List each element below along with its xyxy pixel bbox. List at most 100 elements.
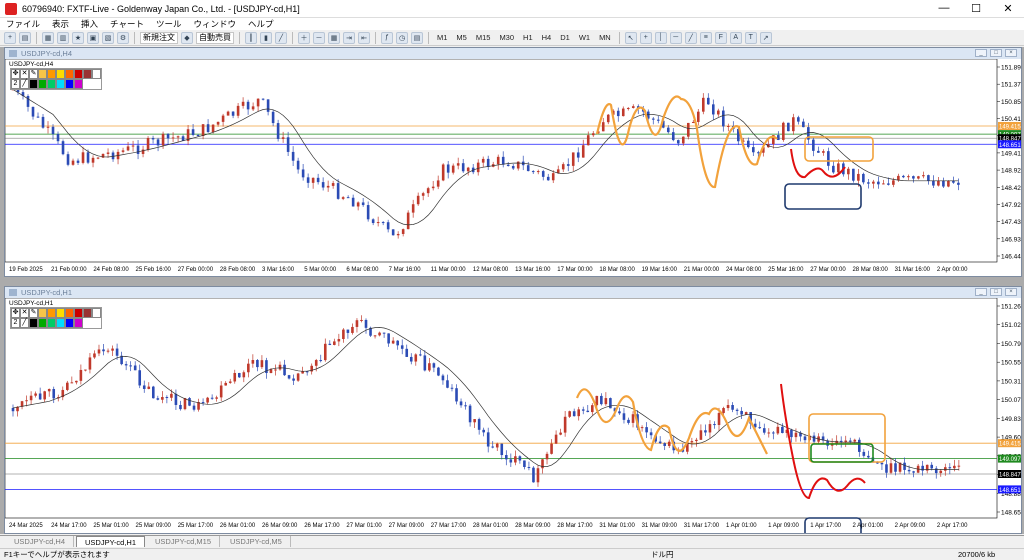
palette-swatch[interactable] [56, 79, 65, 89]
chart-window-h4[interactable]: USDJPY-cd,H4 _ □ × USDJPY-cd,H4 151.890 15… [4, 47, 1022, 277]
fibonacci-icon[interactable]: F [714, 31, 727, 44]
chart-maximize-button[interactable]: □ [990, 288, 1002, 296]
drawing-palette[interactable]: ✥ ✕ ✎ 2 ╱ ● [10, 307, 102, 329]
palette-swatch[interactable] [74, 69, 83, 79]
chart-minimize-button[interactable]: _ [975, 288, 987, 296]
palette-swatch[interactable]: ✎ [29, 69, 38, 79]
palette-swatch[interactable] [38, 318, 47, 328]
palette-swatch[interactable] [74, 308, 83, 318]
close-button[interactable]: ✕ [992, 2, 1024, 15]
tf-w1[interactable]: W1 [576, 32, 593, 44]
chart-maximize-button[interactable]: □ [990, 49, 1002, 57]
autoscroll-icon[interactable]: ⇥ [343, 31, 355, 44]
tester-icon[interactable]: ▧ [102, 31, 114, 44]
tf-h4[interactable]: H4 [539, 32, 555, 44]
menu-view[interactable]: 表示 [52, 18, 69, 30]
palette-swatch[interactable] [56, 69, 65, 79]
periods-icon[interactable]: ◷ [396, 31, 408, 44]
line-chart-icon[interactable]: ╱ [275, 31, 287, 44]
palette-swatch[interactable] [56, 318, 65, 328]
bar-chart-icon[interactable]: ┃ [245, 31, 257, 44]
menu-insert[interactable]: 挿入 [81, 18, 98, 30]
auto-trading-button[interactable]: 自動売買 [196, 31, 234, 44]
palette-swatch[interactable]: 2 [11, 79, 20, 89]
price-chart-h4[interactable]: USDJPY-cd,H4151.890151.370150.850150.410… [5, 59, 1021, 276]
minimize-button[interactable]: — [928, 2, 960, 15]
market-watch-icon[interactable]: ▦ [42, 31, 54, 44]
tab-usdjpy-m5[interactable]: USDJPY-cd,M5 [222, 536, 291, 547]
profiles-icon[interactable]: ▤ [19, 31, 31, 44]
palette-swatch[interactable]: ✥ [11, 69, 20, 79]
palette-swatch[interactable] [56, 308, 65, 318]
text-icon[interactable]: A [729, 31, 742, 44]
tab-usdjpy-h1[interactable]: USDJPY-cd,H1 [76, 536, 145, 547]
new-order-button[interactable]: 新規注文 [140, 31, 178, 44]
palette-swatch[interactable] [47, 69, 56, 79]
palette-swatch[interactable]: ● [29, 79, 38, 89]
palette-swatch[interactable]: ✎ [29, 308, 38, 318]
crosshair-icon[interactable]: + [639, 31, 652, 44]
tile-windows-icon[interactable]: ▦ [328, 31, 340, 44]
cursor-icon[interactable]: ↖ [624, 31, 637, 44]
palette-swatch[interactable]: ✕ [20, 308, 29, 318]
tf-d1[interactable]: D1 [557, 32, 573, 44]
palette-swatch[interactable] [65, 308, 74, 318]
drawing-palette[interactable]: ✥ ✕ ✎ 2 ╱ ● [10, 68, 102, 90]
trendline-icon[interactable]: ╱ [684, 31, 697, 44]
arrows-icon[interactable]: ↗ [759, 31, 772, 44]
palette-swatch[interactable] [38, 69, 47, 79]
palette-swatch[interactable] [47, 308, 56, 318]
horizontal-line-icon[interactable]: ─ [669, 31, 682, 44]
tf-mn[interactable]: MN [596, 32, 614, 44]
palette-swatch[interactable] [92, 69, 101, 79]
menu-help[interactable]: ヘルプ [248, 18, 274, 30]
data-window-icon[interactable]: ▥ [57, 31, 69, 44]
indicators-icon[interactable]: ƒ [381, 31, 393, 44]
chart-window-h1[interactable]: USDJPY-cd,H1 _ □ × USDJPY-cd,H1 151.265 15… [4, 286, 1022, 534]
meta-editor-icon[interactable]: ◆ [181, 31, 193, 44]
price-chart-h1[interactable]: USDJPY-cd,H1 151.265 151.025 150.790 150.550… [5, 298, 1021, 533]
palette-swatch[interactable]: ✥ [11, 308, 20, 318]
zoom-in-icon[interactable]: ＋ [298, 31, 310, 44]
palette-swatch[interactable]: ● [29, 318, 38, 328]
palette-swatch[interactable] [47, 79, 56, 89]
tf-m1[interactable]: M1 [434, 32, 450, 44]
palette-swatch[interactable] [92, 308, 101, 318]
tf-m5[interactable]: M5 [453, 32, 469, 44]
tf-m15[interactable]: M15 [473, 32, 494, 44]
vertical-line-icon[interactable]: │ [654, 31, 667, 44]
palette-swatch[interactable] [74, 79, 83, 89]
palette-swatch[interactable] [83, 69, 92, 79]
channel-icon[interactable]: ≡ [699, 31, 712, 44]
options-icon[interactable]: ⚙ [117, 31, 129, 44]
tf-h1[interactable]: H1 [520, 32, 536, 44]
templates-icon[interactable]: ▤ [411, 31, 423, 44]
new-chart-icon[interactable]: + [4, 31, 16, 44]
palette-swatch[interactable] [65, 79, 74, 89]
tf-m30[interactable]: M30 [496, 32, 517, 44]
menu-tools[interactable]: ツール [156, 18, 182, 30]
palette-swatch[interactable]: ╱ [20, 318, 29, 328]
palette-swatch[interactable] [65, 318, 74, 328]
chart-close-button[interactable]: × [1005, 49, 1017, 57]
palette-swatch[interactable]: ✕ [20, 69, 29, 79]
palette-swatch[interactable] [65, 69, 74, 79]
chart-minimize-button[interactable]: _ [975, 49, 987, 57]
tab-usdjpy-m15[interactable]: USDJPY-cd,M15 [147, 536, 220, 547]
tab-usdjpy-h4[interactable]: USDJPY-cd,H4 [6, 536, 74, 547]
menu-charts[interactable]: チャート [110, 18, 144, 30]
palette-swatch[interactable]: ╱ [20, 79, 29, 89]
navigator-icon[interactable]: ★ [72, 31, 84, 44]
maximize-button[interactable]: ☐ [960, 2, 992, 15]
candlestick-icon[interactable]: ▮ [260, 31, 272, 44]
palette-swatch[interactable] [74, 318, 83, 328]
palette-swatch[interactable] [83, 308, 92, 318]
chart-close-button[interactable]: × [1005, 288, 1017, 296]
palette-swatch[interactable]: 2 [11, 318, 20, 328]
menu-window[interactable]: ウィンドウ [193, 18, 236, 30]
palette-swatch[interactable] [38, 79, 47, 89]
chart-shift-icon[interactable]: ⇤ [358, 31, 370, 44]
zoom-out-icon[interactable]: － [313, 31, 325, 44]
palette-swatch[interactable] [38, 308, 47, 318]
terminal-icon[interactable]: ▣ [87, 31, 99, 44]
